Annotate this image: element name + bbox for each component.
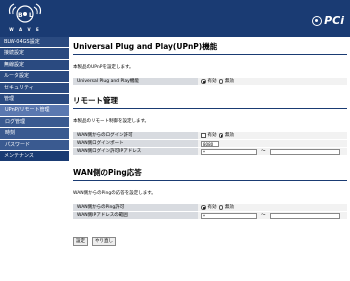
- ping-description: WAN側からのPingの応答を設定します。: [73, 191, 156, 196]
- sidebar: BLW-04GS設定 接続設定 無線設定 ルータ設定 セキュリティ 管理 UPn…: [0, 37, 69, 281]
- sidebar-item-maintenance[interactable]: メンテナンス: [0, 150, 69, 163]
- ping-enable-label: 有効: [207, 204, 217, 210]
- header: B L W A V E PCi: [0, 0, 350, 37]
- svg-text:B: B: [18, 12, 23, 19]
- sidebar-item-admin[interactable]: 管理: [0, 93, 69, 106]
- remote-port-label: WAN側ログインポート: [73, 140, 198, 147]
- upnp-radio-group: 有効 無効: [198, 78, 347, 85]
- pci-circle-icon: [312, 15, 323, 26]
- sidebar-item-connection[interactable]: 接続設定: [0, 48, 69, 60]
- remote-login-row: WAN側からのログイン許可 有効 無効: [73, 132, 347, 140]
- remote-disable-label: 無効: [225, 132, 234, 138]
- remote-port-row: WAN側ログインポート 8080: [73, 140, 347, 148]
- remote-addr-label: WAN側ログイン許可IPアドレス: [73, 148, 198, 155]
- remote-addr-to-input[interactable]: [269, 148, 340, 155]
- ping-range-label: WAN側IPアドレスの範囲: [73, 212, 198, 219]
- ping-table: WAN側からのPing許可 有効 無効 WAN側IPアドレスの範囲 * ～: [73, 204, 347, 220]
- remote-addr-tilde: ～: [261, 148, 266, 154]
- ping-range-to-input[interactable]: [269, 212, 340, 219]
- sidebar-item-time[interactable]: 時刻: [0, 128, 69, 140]
- remote-login-group: 有効 無効: [198, 132, 347, 139]
- remote-login-label: WAN側からのログイン許可: [73, 132, 198, 139]
- logo-text: W A V E: [9, 27, 41, 32]
- ping-range-cell: * ～: [198, 212, 347, 219]
- sidebar-item-wireless[interactable]: 無線設定: [0, 59, 69, 72]
- sidebar-item-log[interactable]: ログ管理: [0, 116, 69, 129]
- reset-button[interactable]: やり直し: [92, 237, 116, 246]
- remote-addr-row: WAN側ログイン許可IPアドレス * ～: [73, 148, 347, 156]
- remote-port-cell: 8080: [198, 140, 347, 147]
- ping-allow-row: WAN側からのPing許可 有効 無効: [73, 204, 347, 212]
- pci-brand-text: PCi: [324, 14, 344, 27]
- save-button[interactable]: 設定: [73, 237, 88, 246]
- remote-table: WAN側からのログイン許可 有効 無効 WAN側ログインポート 8080 WAN…: [73, 132, 347, 156]
- sidebar-item-device-settings[interactable]: BLW-04GS設定: [0, 37, 69, 49]
- upnp-table: Universal Plug and Play機能 有効 無効: [73, 78, 347, 86]
- main-content: Universal Plug and Play(UPnP)機能 本製品のUPnP…: [73, 37, 347, 220]
- sidebar-item-router[interactable]: ルータ設定: [0, 71, 69, 83]
- ping-section-title: WAN側のPing応答: [73, 167, 347, 181]
- sidebar-item-security[interactable]: セキュリティ: [0, 82, 69, 94]
- ping-range-row: WAN側IPアドレスの範囲 * ～: [73, 212, 347, 220]
- ping-range-from-input[interactable]: *: [201, 212, 257, 219]
- pci-logo: PCi: [312, 14, 344, 27]
- upnp-disable-label: 無効: [225, 78, 234, 84]
- remote-enable-checkbox[interactable]: [201, 133, 206, 138]
- upnp-section-title: Universal Plug and Play(UPnP)機能: [73, 41, 347, 55]
- remote-enable-label: 有効: [207, 132, 217, 138]
- ping-disable-label: 無効: [225, 204, 234, 210]
- upnp-row: Universal Plug and Play機能 有効 無効: [73, 78, 347, 86]
- sidebar-item-upnp-remote[interactable]: UPnP/リモート管理: [0, 105, 69, 117]
- form-buttons: 設定 やり直し: [73, 237, 116, 246]
- ping-enable-radio[interactable]: [201, 205, 206, 210]
- remote-section-title: リモート管理: [73, 95, 347, 109]
- upnp-enable-radio[interactable]: [201, 79, 206, 84]
- upnp-disable-radio[interactable]: [218, 79, 223, 84]
- ping-range-tilde: ～: [261, 212, 266, 218]
- upnp-description: 本製品のUPnPを設定します。: [73, 65, 134, 70]
- remote-addr-from-input[interactable]: *: [201, 148, 257, 155]
- remote-disable-radio[interactable]: [218, 133, 223, 138]
- svg-text:L: L: [29, 12, 33, 19]
- upnp-label: Universal Plug and Play機能: [73, 78, 198, 85]
- ping-disable-radio[interactable]: [218, 205, 223, 210]
- remote-port-input[interactable]: 8080: [201, 140, 219, 147]
- remote-description: 本製品のリモート制御を設定します。: [73, 119, 150, 124]
- remote-addr-cell: * ～: [198, 148, 347, 155]
- ping-radio-group: 有効 無効: [198, 204, 347, 211]
- upnp-enable-label: 有効: [207, 78, 217, 84]
- ping-allow-label: WAN側からのPing許可: [73, 204, 198, 211]
- sidebar-item-password[interactable]: パスワード: [0, 139, 69, 151]
